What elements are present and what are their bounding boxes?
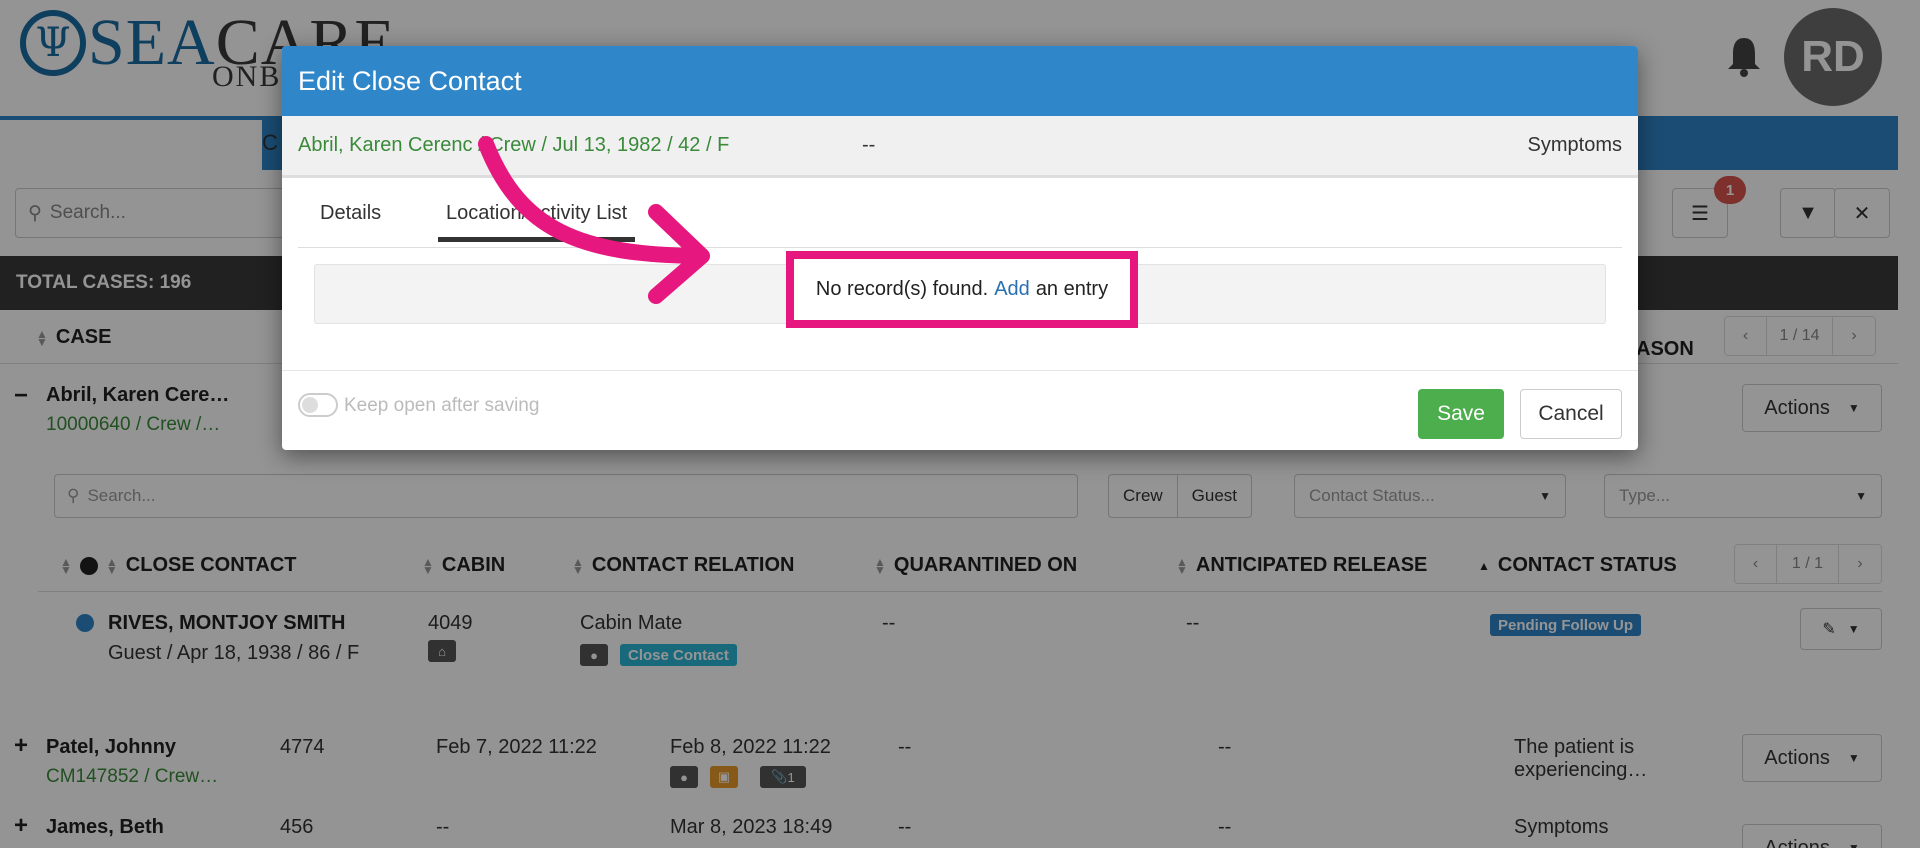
symptoms-label: Symptoms [1527, 134, 1622, 156]
save-button[interactable]: Save [1418, 389, 1504, 439]
modal-title: Edit Close Contact [282, 46, 1638, 116]
add-entry-link[interactable]: Add [994, 278, 1030, 301]
modal-tabs: Details Location/Activity List [298, 178, 1622, 248]
empty-state-text: No record(s) found. [815, 278, 989, 300]
patient-info: Abril, Karen Cerenc / Crew / Jul 13, 198… [298, 134, 730, 156]
tab-location-activity-list[interactable]: Location/Activity List [438, 202, 636, 242]
keep-open-toggle[interactable] [298, 393, 338, 417]
edit-close-contact-modal: Edit Close Contact Abril, Karen Cerenc /… [282, 46, 1638, 450]
tab-details[interactable]: Details [320, 202, 381, 237]
empty-state-suffix: an entry [1035, 278, 1109, 300]
empty-state-highlight: No record(s) found. Add an entry [786, 251, 1138, 328]
patient-info-strip: Abril, Karen Cerenc / Crew / Jul 13, 198… [282, 116, 1638, 178]
cancel-button[interactable]: Cancel [1520, 389, 1622, 439]
keep-open-label: Keep open after saving [344, 395, 540, 416]
modal-footer: Keep open after saving Save Cancel [282, 370, 1638, 450]
patient-extra: -- [862, 134, 876, 156]
